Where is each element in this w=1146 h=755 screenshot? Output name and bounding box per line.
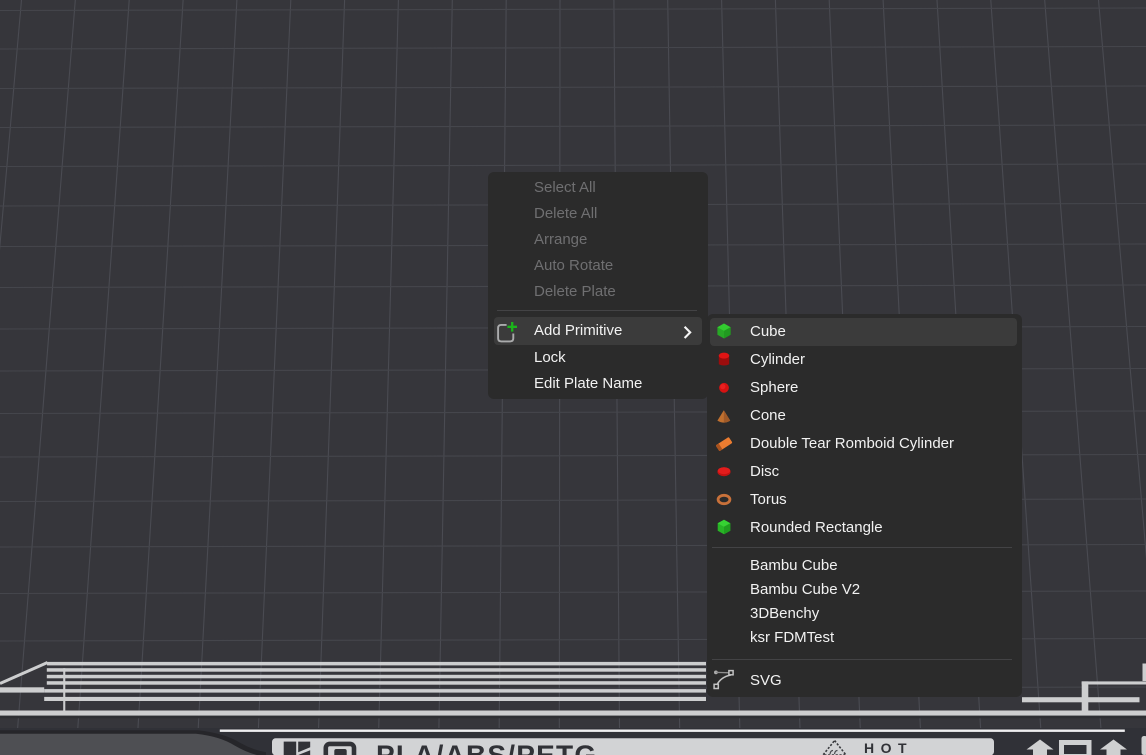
svg-text:PLA/ABS/PETG: PLA/ABS/PETG bbox=[376, 740, 597, 755]
svg-text:HOT: HOT bbox=[864, 740, 913, 755]
